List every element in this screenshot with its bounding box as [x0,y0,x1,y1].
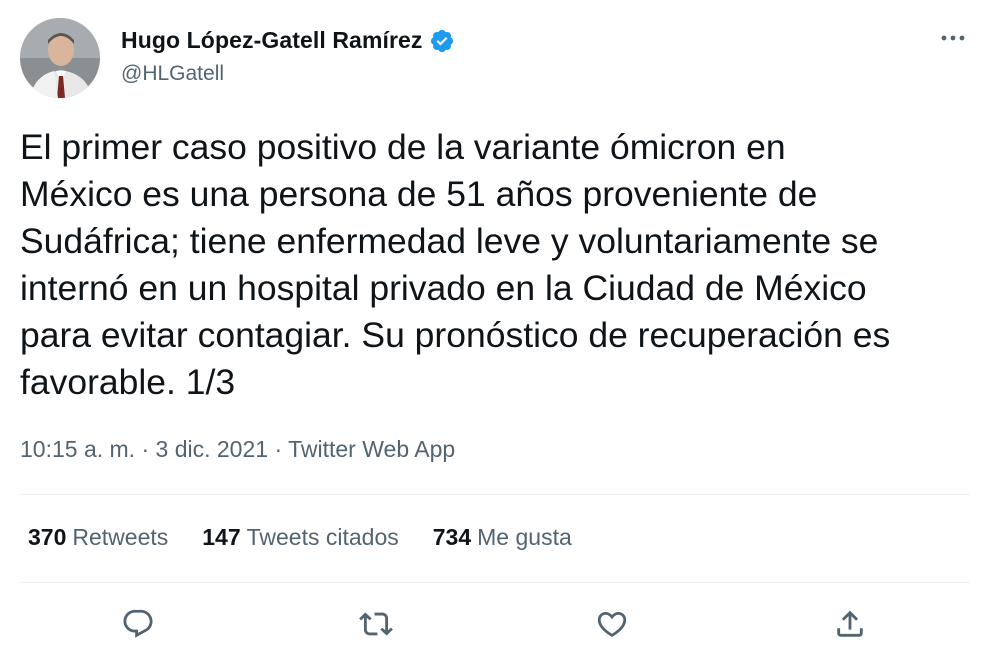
like-icon [597,611,627,637]
share-button[interactable] [828,602,872,646]
share-icon [837,610,863,637]
more-options-button[interactable] [938,26,968,50]
tweet-card: Hugo López-Gatell Ramírez @HLGatell El p… [0,0,992,661]
reply-button[interactable] [116,602,160,646]
quote-tweets-count: 147 [202,524,241,550]
author-display-name[interactable]: Hugo López-Gatell Ramírez [121,27,423,54]
quote-tweets-label: Tweets citados [246,524,399,550]
more-dots-icon [941,35,965,41]
like-button[interactable] [590,602,634,646]
verified-badge-icon [429,28,455,54]
author-name-row: Hugo López-Gatell Ramírez [121,27,455,54]
tweet-stats: 370 Retweets 147 Tweets citados 734 Me gust… [28,524,572,551]
avatar[interactable] [20,18,100,98]
retweets-count: 370 [28,524,67,550]
divider [20,582,970,583]
tweet-source[interactable]: Twitter Web App [288,436,455,462]
meta-separator: · [274,436,283,462]
author-handle[interactable]: @HLGatell [121,62,224,86]
likes-count: 734 [432,524,472,550]
quote-tweets-stat[interactable]: 147 Tweets citados [202,524,399,551]
retweets-label: Retweets [72,524,169,550]
tweet-metadata: 10:15 a. m. · 3 dic. 2021 · Twitter Web … [20,436,455,463]
divider [20,494,970,495]
profile-photo-icon [20,18,100,98]
tweet-actions [0,602,992,646]
retweets-stat[interactable]: 370 Retweets [28,524,168,551]
likes-stat[interactable]: 734 Me gusta [433,524,572,551]
retweet-button[interactable] [354,602,398,646]
likes-label: Me gusta [477,524,572,550]
tweet-time[interactable]: 10:15 a. m. [20,436,135,462]
meta-separator: · [141,436,150,462]
tweet-date[interactable]: 3 dic. 2021 [156,436,269,462]
reply-icon [123,609,153,638]
tweet-text: El primer caso positivo de la variante ó… [20,127,891,402]
retweet-icon [359,612,393,636]
